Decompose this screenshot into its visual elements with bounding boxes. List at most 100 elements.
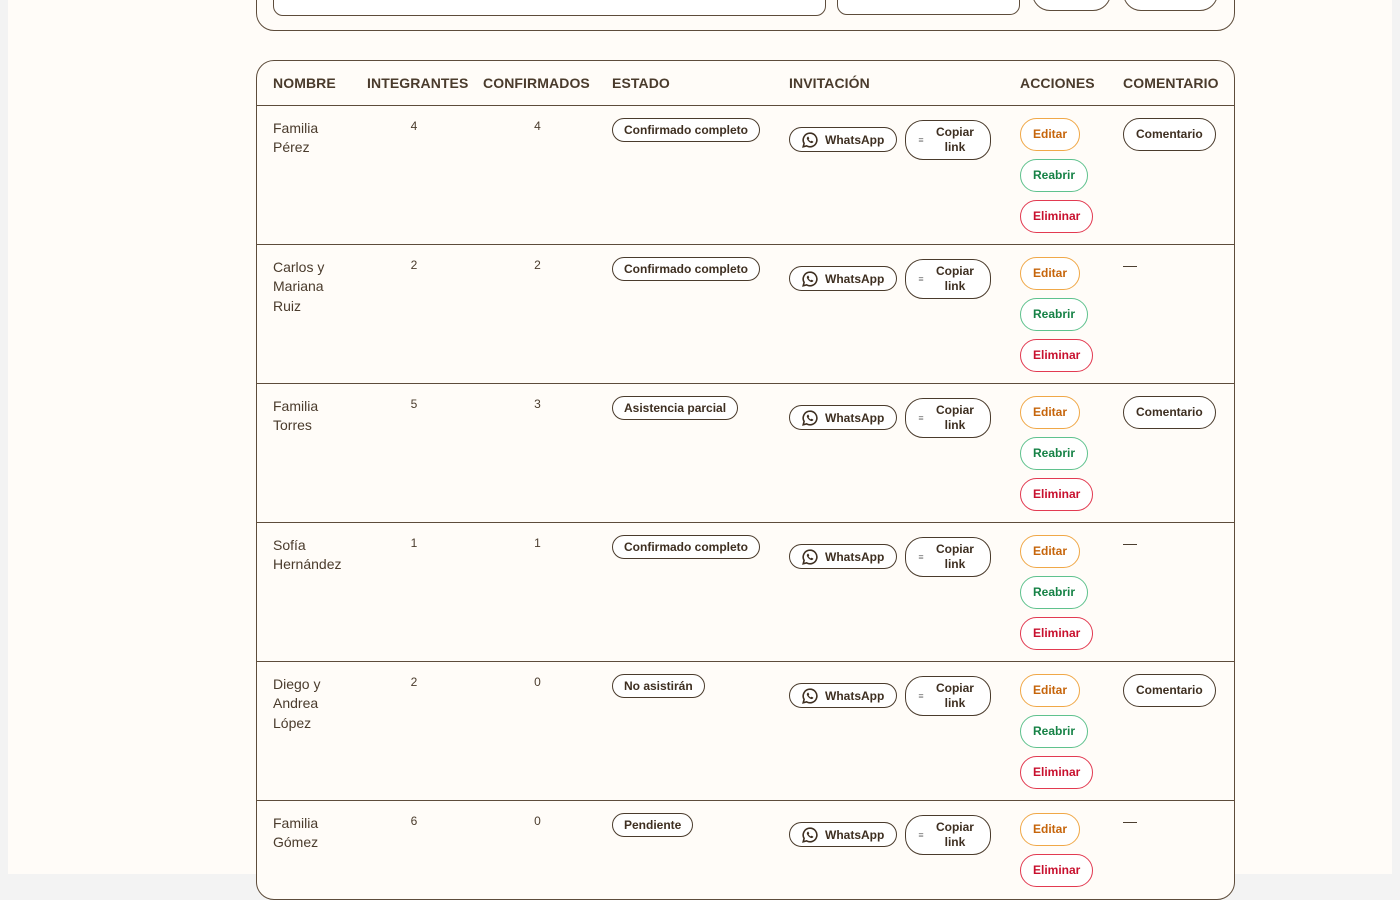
filter-button[interactable]: [1032, 0, 1111, 11]
no-comment-dash: —: [1123, 256, 1137, 273]
guest-name: Carlos y Mariana Ruiz: [257, 244, 351, 384]
edit-button[interactable]: Editar: [1020, 117, 1081, 151]
confirmed-count: 1: [477, 522, 598, 662]
reopen-button[interactable]: Reabrir: [1020, 297, 1089, 331]
actions-cell: Editar Reabrir Eliminar: [1004, 244, 1107, 384]
whatsapp-button[interactable]: WhatsApp: [789, 683, 898, 708]
comment-cell: —: [1107, 800, 1234, 899]
guest-name: Familia Pérez: [257, 105, 351, 245]
status-badge: Pendiente: [612, 812, 694, 837]
status-badge: No asistirán: [612, 673, 705, 698]
copy-link-button[interactable]: ≡ Copiar link: [905, 258, 992, 299]
confirmed-count: 2: [477, 244, 598, 384]
whatsapp-icon: [802, 548, 818, 565]
header-name: NOMBRE: [257, 61, 351, 106]
copy-link-label: Copiar link: [935, 402, 974, 432]
status-badge: Confirmado completo: [612, 256, 761, 281]
invitation-cell: WhatsApp ≡ Copiar link: [773, 105, 1004, 245]
invitation-cell: WhatsApp ≡ Copiar link: [773, 661, 1004, 801]
copy-link-button[interactable]: ≡ Copiar link: [905, 675, 992, 716]
whatsapp-icon: [802, 131, 818, 148]
confirmed-count: 3: [477, 383, 598, 523]
edit-button[interactable]: Editar: [1020, 812, 1081, 846]
copy-link-button[interactable]: ≡ Copiar link: [905, 119, 992, 160]
invitation-cell: WhatsApp ≡ Copiar link: [773, 383, 1004, 523]
list-icon: ≡: [918, 273, 924, 284]
copy-link-button[interactable]: ≡ Copiar link: [905, 536, 992, 577]
comment-button[interactable]: Comentario: [1123, 673, 1216, 707]
copy-link-button[interactable]: ≡ Copiar link: [905, 397, 992, 438]
filter-secondary-button[interactable]: [1123, 0, 1218, 11]
list-icon: ≡: [918, 829, 924, 840]
whatsapp-button[interactable]: WhatsApp: [789, 127, 898, 152]
header-status: ESTADO: [598, 61, 773, 106]
delete-button[interactable]: Eliminar: [1020, 338, 1094, 372]
whatsapp-label: WhatsApp: [825, 549, 885, 564]
no-comment-dash: —: [1123, 812, 1137, 829]
copy-link-label: Copiar link: [935, 541, 974, 571]
list-icon: ≡: [918, 551, 924, 562]
status-filter-select[interactable]: [837, 0, 1020, 15]
reopen-button[interactable]: Reabrir: [1020, 436, 1089, 470]
members-count: 5: [351, 383, 477, 523]
edit-button[interactable]: Editar: [1020, 395, 1081, 429]
copy-link-label: Copiar link: [935, 124, 974, 154]
whatsapp-icon: [802, 270, 818, 287]
edit-button[interactable]: Editar: [1020, 534, 1081, 568]
guest-name: Familia Torres: [257, 383, 351, 523]
whatsapp-button[interactable]: WhatsApp: [789, 266, 898, 291]
whatsapp-button[interactable]: WhatsApp: [789, 405, 898, 430]
comment-button[interactable]: Comentario: [1123, 395, 1216, 429]
table-row: Familia Torres 5 3 Asistencia parcial Wh…: [257, 383, 1234, 523]
invitation-cell: WhatsApp ≡ Copiar link: [773, 522, 1004, 662]
status-badge: Confirmado completo: [612, 117, 761, 142]
edit-button[interactable]: Editar: [1020, 673, 1081, 707]
header-invitation: INVITACIÓN: [773, 61, 1004, 106]
confirmed-count: 0: [477, 661, 598, 801]
edit-button[interactable]: Editar: [1020, 256, 1081, 290]
whatsapp-button[interactable]: WhatsApp: [789, 822, 898, 847]
actions-cell: Editar Reabrir Eliminar: [1004, 522, 1107, 662]
header-actions: ACCIONES: [1004, 61, 1107, 106]
comment-cell: —: [1107, 522, 1234, 662]
list-icon: ≡: [918, 690, 924, 701]
reopen-button[interactable]: Reabrir: [1020, 714, 1089, 748]
delete-button[interactable]: Eliminar: [1020, 853, 1094, 887]
status-cell: Confirmado completo: [598, 244, 773, 384]
guest-table-card: NOMBRE INTEGRANTES CONFIRMADOS ESTADO IN…: [256, 60, 1235, 900]
copy-link-label: Copiar link: [935, 263, 974, 293]
comment-cell: Comentario: [1107, 105, 1234, 245]
reopen-button[interactable]: Reabrir: [1020, 158, 1089, 192]
delete-button[interactable]: Eliminar: [1020, 477, 1094, 511]
actions-cell: Editar Reabrir Eliminar: [1004, 383, 1107, 523]
delete-button[interactable]: Eliminar: [1020, 755, 1094, 789]
header-confirmed: CONFIRMADOS: [477, 61, 598, 106]
status-badge: Asistencia parcial: [612, 395, 739, 420]
copy-link-button[interactable]: ≡ Copiar link: [905, 814, 992, 855]
table-row: Familia Pérez 4 4 Confirmado completo Wh…: [257, 105, 1234, 245]
delete-button[interactable]: Eliminar: [1020, 199, 1094, 233]
members-count: 4: [351, 105, 477, 245]
table-row: Diego y Andrea López 2 0 No asistirán Wh…: [257, 661, 1234, 801]
whatsapp-label: WhatsApp: [825, 827, 885, 842]
confirmed-count: 4: [477, 105, 598, 245]
search-input[interactable]: [273, 0, 826, 16]
invitation-cell: WhatsApp ≡ Copiar link: [773, 244, 1004, 384]
guest-name: Diego y Andrea López: [257, 661, 351, 801]
members-count: 1: [351, 522, 477, 662]
delete-button[interactable]: Eliminar: [1020, 616, 1094, 650]
table-row: Sofía Hernández 1 1 Confirmado completo …: [257, 522, 1234, 662]
whatsapp-label: WhatsApp: [825, 410, 885, 425]
table-row: Familia Gómez 6 0 Pendiente WhatsApp ≡ C…: [257, 800, 1234, 899]
table-header-row: NOMBRE INTEGRANTES CONFIRMADOS ESTADO IN…: [257, 61, 1234, 106]
list-icon: ≡: [918, 134, 924, 145]
invitation-cell: WhatsApp ≡ Copiar link: [773, 800, 1004, 899]
header-comment: COMENTARIO: [1107, 61, 1234, 106]
status-cell: Asistencia parcial: [598, 383, 773, 523]
members-count: 2: [351, 661, 477, 801]
comment-cell: Comentario: [1107, 661, 1234, 801]
reopen-button[interactable]: Reabrir: [1020, 575, 1089, 609]
comment-button[interactable]: Comentario: [1123, 117, 1216, 151]
members-count: 6: [351, 800, 477, 899]
whatsapp-button[interactable]: WhatsApp: [789, 544, 898, 569]
